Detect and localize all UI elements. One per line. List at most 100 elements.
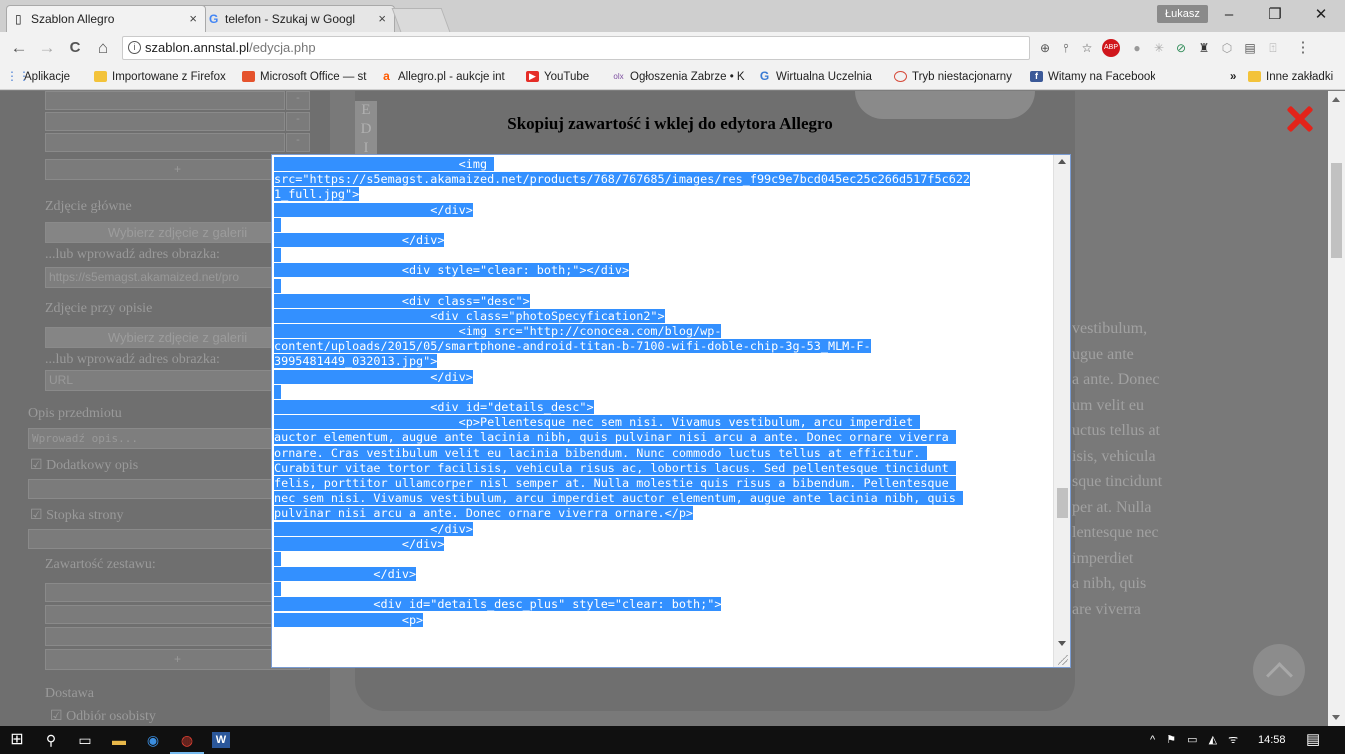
word-icon[interactable]: W — [212, 732, 230, 748]
code-line: <div style="clear: both;"></div> — [274, 263, 1052, 278]
resize-grip-icon[interactable] — [1058, 655, 1068, 665]
remove-row-button[interactable]: - — [286, 133, 310, 152]
bookmark-other-folder[interactable]: Inne zakładki — [1248, 64, 1344, 90]
bookmark-label: Witamy na Facebooku — [1048, 71, 1155, 83]
minimize-button[interactable]: – — [1206, 0, 1252, 30]
code-line: <div class="desc"> — [274, 293, 1052, 309]
system-tray-icons[interactable]: ^ ⚑ ▭ ◭ ᯤ — [1150, 726, 1242, 754]
selected-text: <div id="details_desc_plus" style="clear… — [274, 597, 722, 612]
scroll-up-arrow-icon[interactable] — [1058, 159, 1066, 164]
footer-checkbox[interactable]: ☑ Stopka strony — [30, 507, 123, 524]
ext-icon-3[interactable]: ⊘ — [1172, 39, 1190, 57]
bookmark-tryb-niestacjonarny[interactable]: Tryb niestacjonarny — [894, 64, 1022, 90]
selected-text: </div> — [274, 536, 445, 551]
task-view-icon[interactable]: ▭ — [68, 726, 102, 754]
bookmark-label: Allegro.pl - aukcje int — [398, 71, 505, 83]
reload-button[interactable]: C — [62, 32, 88, 64]
file-explorer-icon[interactable]: ▬ — [102, 726, 136, 754]
forward-button[interactable]: → — [34, 32, 60, 64]
bookmarks-overflow-button[interactable]: » — [1230, 64, 1250, 90]
bookmark-facebook[interactable]: f Witamy na Facebooku — [1030, 64, 1155, 90]
user-badge[interactable]: Łukasz — [1157, 5, 1208, 23]
code-line: <div id="details_desc"> — [274, 400, 1052, 415]
page-scrollbar[interactable] — [1328, 91, 1345, 726]
scrollbar-thumb[interactable] — [1057, 488, 1068, 518]
code-textarea[interactable]: <img src="https://s5emagst.akamaized.net… — [271, 154, 1071, 668]
modal-title: Skopiuj zawartość i wklej do edytora All… — [507, 114, 833, 133]
code-line: <div class="photoSpecyfication2"> — [274, 308, 1052, 324]
info-icon[interactable]: i — [128, 41, 141, 54]
tab-close-icon[interactable]: × — [378, 11, 386, 26]
close-icon[interactable] — [1284, 103, 1316, 135]
bookmark-label: Wirtualna Uczelnia — [776, 71, 872, 83]
page-icon: ▯ — [15, 12, 22, 26]
selected-text — [274, 217, 282, 232]
bookmark-allegro[interactable]: a Allegro.pl - aukcje int — [380, 64, 520, 90]
ext-icon-7[interactable]: ⍐ — [1264, 39, 1282, 57]
pin-icon[interactable]: ⫯ — [1057, 39, 1075, 57]
bookmark-wirtualna-uczelnia[interactable]: G Wirtualna Uczelnia — [758, 64, 886, 90]
bookmark-ogloszenia[interactable]: olx Ogłoszenia Zabrze • K — [612, 64, 750, 90]
folder-icon — [1248, 71, 1261, 82]
bookmark-label: Aplikacje — [24, 71, 71, 83]
tab-title: Szablon Allegro — [31, 12, 115, 26]
tab-close-icon[interactable]: × — [189, 11, 197, 26]
scroll-up-arrow-icon[interactable] — [1332, 97, 1340, 102]
letter: D — [360, 121, 372, 137]
bookmark-ms-office[interactable]: Microsoft Office — st — [242, 64, 372, 90]
search-icon[interactable]: ⚲ — [34, 726, 68, 754]
code-line — [274, 582, 1052, 597]
field-row — [45, 91, 285, 110]
ext-icon-4[interactable]: ♜ — [1195, 39, 1213, 57]
code-line: 1_full.jpg"> — [274, 187, 1052, 202]
bookmark-label: Importowane z Firefox — [112, 71, 226, 83]
window-close-button[interactable]: ✕ — [1298, 0, 1344, 30]
additional-desc-checkbox[interactable]: ☑ Dodatkowy opis — [30, 457, 138, 474]
scroll-down-arrow-icon[interactable] — [1058, 641, 1066, 646]
edge-icon[interactable]: ◉ — [136, 726, 170, 754]
tab-telefon-google[interactable]: G telefon - Szukaj w Googl × — [200, 5, 395, 32]
youtube-icon: ▶ — [526, 71, 539, 82]
scroll-down-arrow-icon[interactable] — [1332, 715, 1340, 720]
scrollbar-thumb[interactable] — [1331, 163, 1342, 258]
star-icon[interactable]: ☆ — [1078, 39, 1096, 57]
maximize-button[interactable]: ❐ — [1252, 0, 1298, 30]
home-button[interactable]: ⌂ — [90, 32, 116, 64]
bookmark-firefox-folder[interactable]: Importowane z Firefox — [94, 64, 234, 90]
new-tab-button[interactable] — [391, 8, 451, 32]
apps-grid-icon: ⋮⋮ — [6, 69, 30, 83]
code-content[interactable]: <img src="https://s5emagst.akamaized.net… — [274, 157, 1052, 665]
ext-icon-1[interactable]: ● — [1128, 39, 1146, 57]
bookmark-youtube[interactable]: ▶ YouTube — [526, 64, 606, 90]
selected-text: </div> — [274, 521, 473, 536]
code-line: auctor elementum, augue ante lacinia nib… — [274, 430, 1052, 445]
address-bar[interactable]: i szablon.annstal.pl/edycja.php — [122, 36, 1030, 60]
ext-icon-5[interactable]: ⬡ — [1218, 39, 1236, 57]
windows-start-icon[interactable]: ⊞ — [0, 726, 34, 754]
clock[interactable]: 14:58 — [1258, 726, 1286, 754]
footer-field[interactable] — [28, 529, 310, 549]
additional-desc-field[interactable] — [28, 479, 310, 499]
bookmark-apps[interactable]: ⋮⋮ Aplikacje — [6, 64, 86, 90]
pickup-checkbox[interactable]: ☑ Odbiór osobisty — [50, 708, 156, 725]
checkbox-icon: ☑ — [30, 508, 47, 523]
remove-row-button[interactable]: - — [286, 91, 310, 110]
letter: E — [361, 102, 371, 118]
scroll-to-top-button[interactable] — [1253, 644, 1305, 696]
notifications-icon[interactable]: ▤ — [1306, 726, 1320, 754]
code-line: pulvinar nisi arcu a ante. Donec ornare … — [274, 506, 1052, 521]
item-desc-input[interactable]: Wprowadź opis... — [28, 428, 310, 449]
adblock-icon[interactable]: ABP — [1102, 39, 1120, 57]
ext-icon-6[interactable]: ▤ — [1241, 39, 1259, 57]
back-button[interactable]: ← — [6, 32, 32, 64]
zoom-icon[interactable]: ⊕ — [1036, 39, 1054, 57]
tab-szablon-allegro[interactable]: ▯ Szablon Allegro × — [6, 5, 206, 32]
remove-row-button[interactable]: - — [286, 112, 310, 131]
ext-icon-2[interactable]: ✳ — [1150, 39, 1168, 57]
code-line: nec sem nisi. Vivamus vestibulum, arcu i… — [274, 491, 1052, 506]
textarea-scrollbar[interactable] — [1053, 155, 1070, 667]
selected-text: <img — [274, 157, 495, 171]
menu-icon[interactable]: ⋮ — [1294, 39, 1312, 57]
chrome-icon[interactable]: ◍ — [170, 726, 204, 754]
or-enter-url-label: ...lub wprowadź adres obrazka: — [45, 247, 220, 262]
